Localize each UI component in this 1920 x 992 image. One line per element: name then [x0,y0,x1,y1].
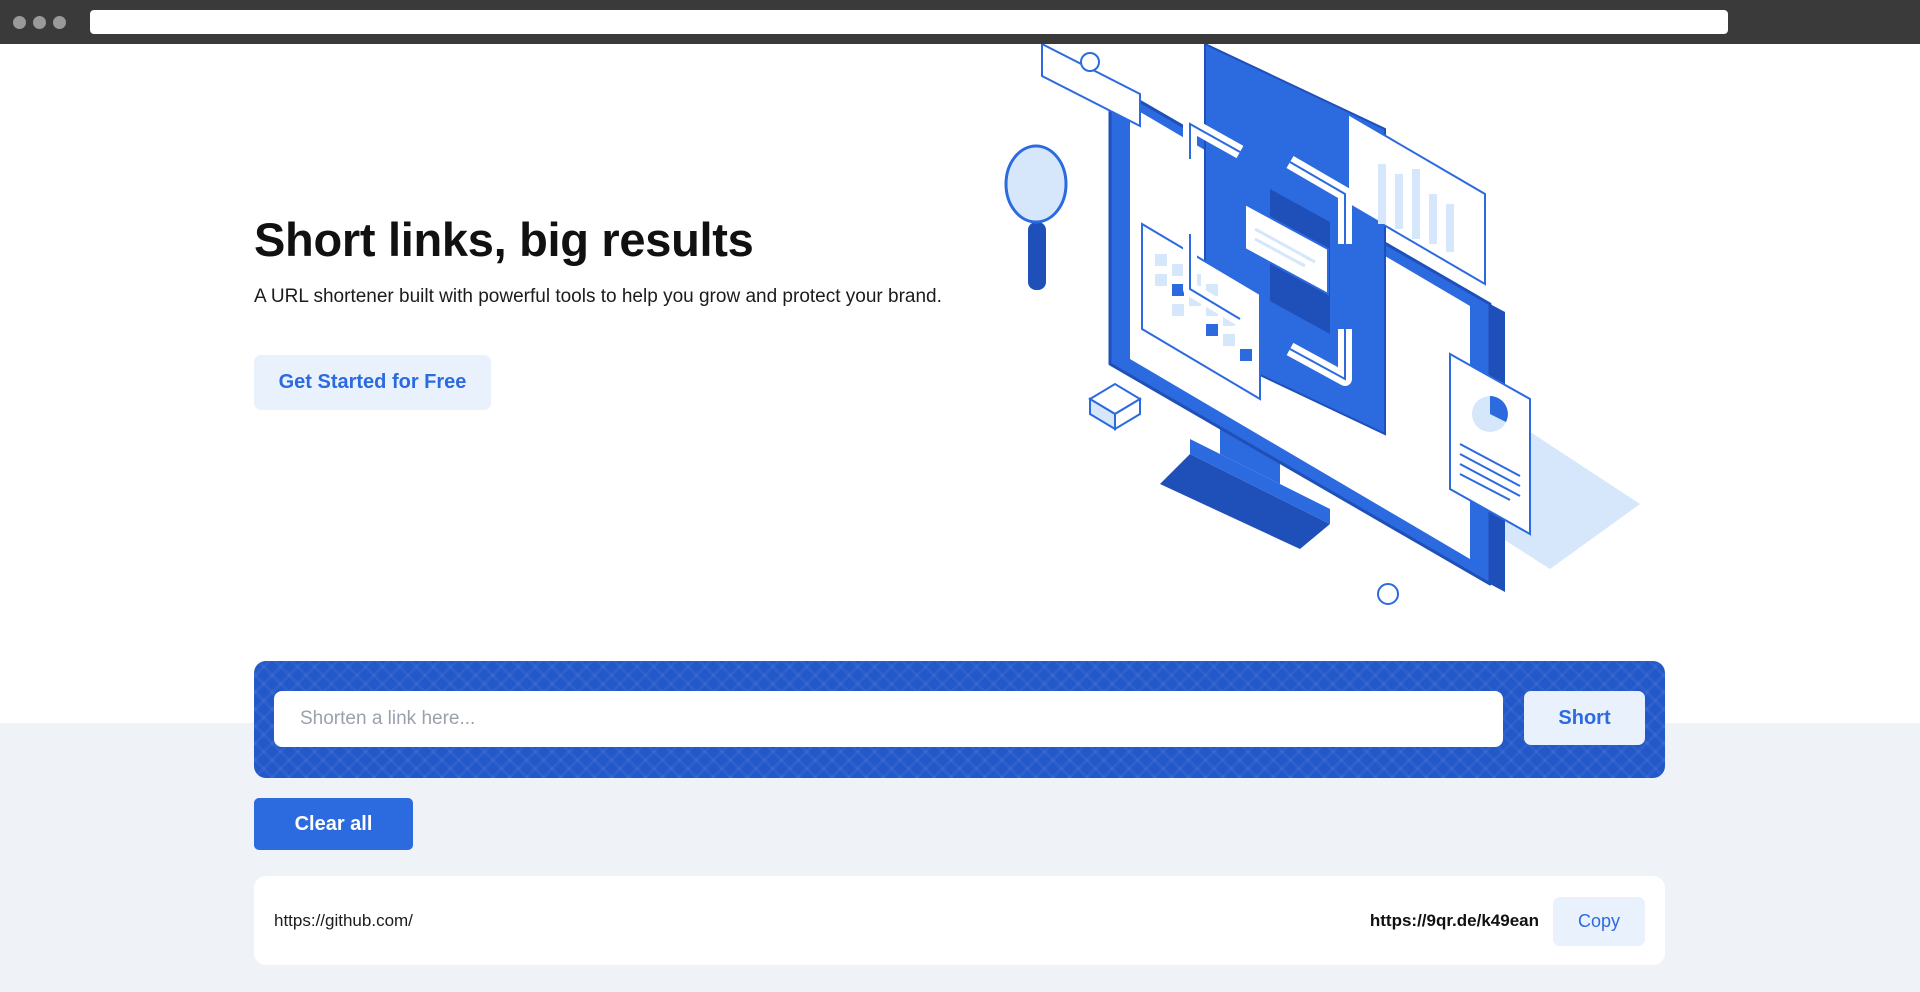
address-bar[interactable] [90,10,1728,34]
get-started-button[interactable]: Get Started for Free [254,355,491,410]
hero-title: Short links, big results [254,213,754,266]
hero-subtitle: A URL shortener built with powerful tool… [254,286,942,307]
clear-all-button[interactable]: Clear all [254,798,413,850]
hero-illustration [1004,44,1640,605]
window-maximize-dot[interactable] [53,16,66,29]
copy-button[interactable]: Copy [1553,897,1645,946]
shorten-url-input[interactable] [274,691,1503,747]
window-minimize-dot[interactable] [33,16,46,29]
original-url: https://github.com/ [274,911,413,930]
short-url[interactable]: https://9qr.de/k49ean [1370,876,1539,965]
short-button[interactable]: Short [1524,691,1645,745]
window-close-dot[interactable] [13,16,26,29]
browser-chrome [0,0,1920,44]
shorten-form: Short [254,661,1665,778]
shortened-link-row: https://github.com/ https://9qr.de/k49ea… [254,876,1665,965]
